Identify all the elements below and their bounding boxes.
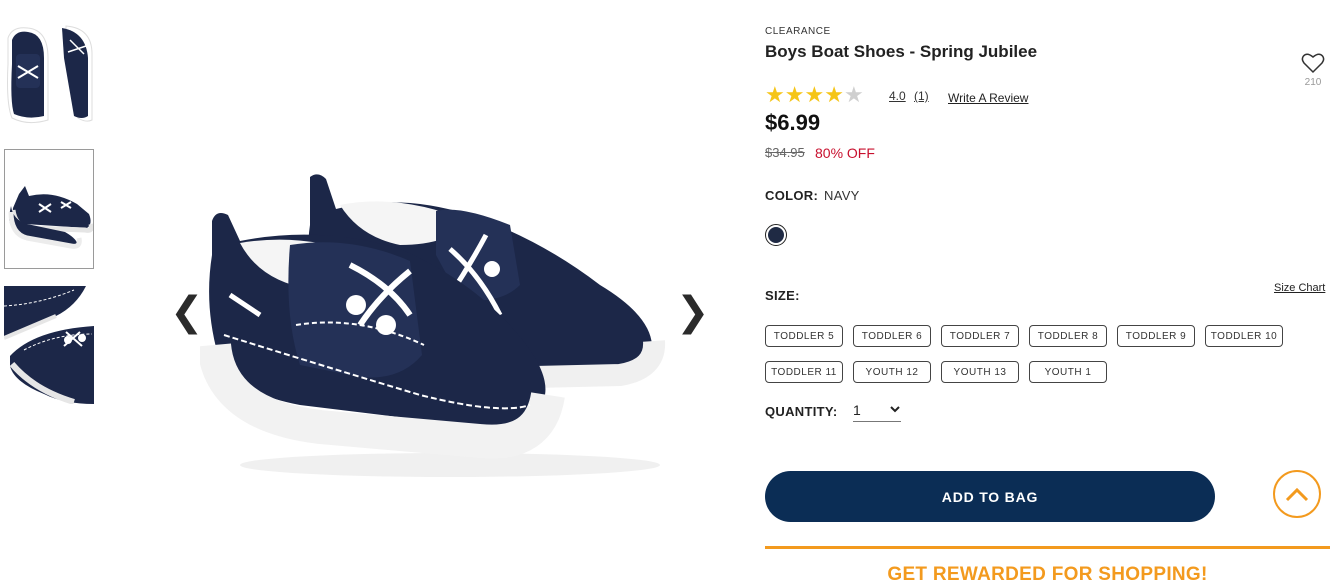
product-title: Boys Boat Shoes - Spring Jubilee [765,42,1038,61]
size-option[interactable]: TODDLER 7 [941,325,1019,347]
size-option[interactable]: YOUTH 1 [1029,361,1107,383]
star-empty-icon: ★ [843,83,864,108]
size-option[interactable]: TODDLER 11 [765,361,843,383]
star-filled-icon: ★ [804,83,825,108]
swatch-fill [768,227,784,243]
star-filled-icon: ★ [784,83,805,108]
star-filled-icon: ★ [824,83,844,108]
rewards-banner[interactable]: GET REWARDED FOR SHOPPING! [765,564,1330,586]
size-option[interactable]: TODDLER 5 [765,325,843,347]
size-label: SIZE: [765,288,800,303]
quantity-value: 1 [853,402,861,418]
thumbnail-1[interactable] [4,24,94,124]
size-option[interactable]: TODDLER 9 [1117,325,1195,347]
clearance-label: CLEARANCE [765,26,831,37]
color-label: COLOR: [765,188,819,203]
shoe-thumbnail-image [4,286,94,404]
shoe-thumbnail-image [4,24,94,124]
discount-label: 80% OFF [815,145,875,161]
boat-shoes-image [197,174,666,477]
thumbnail-2[interactable] [4,149,94,269]
chevron-up-icon [1285,487,1309,502]
chevron-down-icon [890,406,900,413]
main-product-image [197,165,670,485]
rating-count-link[interactable]: (1) [914,89,929,103]
write-review-link[interactable]: Write A Review [948,91,1028,105]
wishlist-button[interactable]: 210 [1298,52,1328,88]
thumbnail-3[interactable] [4,286,94,404]
rating-value-link[interactable]: 4.0 [889,89,906,103]
star-filled-icon: ★ [765,83,785,108]
quantity-label: QUANTITY: [765,404,838,419]
previous-image-arrow[interactable]: ❮ [170,292,204,332]
sale-price: $6.99 [765,110,821,135]
rating-stars: ★ ★ ★ ★ ★ [765,83,864,108]
original-price: $34.95 [765,145,805,160]
wishlist-count: 210 [1304,77,1322,88]
quantity-select[interactable]: 1 [853,400,901,422]
shoe-thumbnail-image [5,150,93,268]
rewards-divider [765,546,1330,549]
color-swatch-navy[interactable] [765,224,787,246]
add-to-bag-button[interactable]: ADD TO BAG [765,471,1215,522]
next-image-arrow[interactable]: ❯ [676,292,710,332]
scroll-to-top-button[interactable] [1273,470,1321,518]
size-option[interactable]: YOUTH 13 [941,361,1019,383]
size-option[interactable]: TODDLER 10 [1205,325,1283,347]
heart-icon [1301,53,1325,74]
size-chart-link[interactable]: Size Chart [1274,282,1325,294]
size-option[interactable]: TODDLER 8 [1029,325,1107,347]
color-value: NAVY [824,188,860,203]
size-option[interactable]: YOUTH 12 [853,361,931,383]
size-option[interactable]: TODDLER 6 [853,325,931,347]
